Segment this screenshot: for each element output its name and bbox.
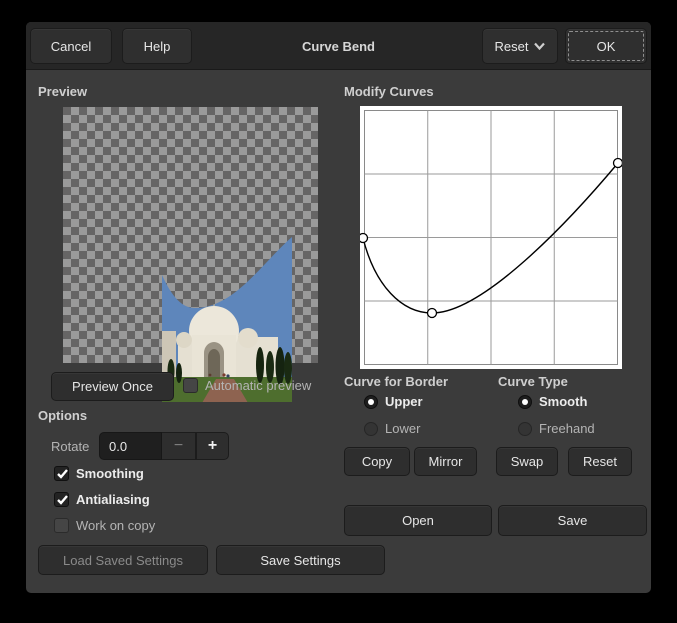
work-on-copy-label: Work on copy [76, 518, 155, 533]
open-button-label: Open [402, 513, 434, 528]
antialiasing-checkbox[interactable] [54, 492, 69, 507]
radio-lower-row[interactable]: Lower [364, 421, 420, 436]
automatic-preview-checkbox-row[interactable]: Automatic preview [183, 378, 311, 393]
modify-curves-section-label: Modify Curves [344, 84, 434, 99]
smooth-radio-label: Smooth [539, 394, 587, 409]
mirror-button[interactable]: Mirror [414, 447, 477, 476]
dialog-header: Curve Bend Cancel Help Reset OK [26, 22, 651, 70]
curve-type-label: Curve Type [498, 374, 568, 389]
check-icon [56, 467, 69, 485]
check-icon [56, 493, 69, 511]
radio-freehand-row[interactable]: Freehand [518, 421, 595, 436]
rotate-increment-button[interactable]: + [196, 432, 229, 460]
save-button-label: Save [558, 513, 588, 528]
radio-upper-row[interactable]: Upper [364, 394, 423, 409]
cancel-button-label: Cancel [51, 39, 91, 54]
antialiasing-label: Antialiasing [76, 492, 150, 507]
preview-section-label: Preview [38, 84, 87, 99]
preview-once-button[interactable]: Preview Once [51, 372, 174, 401]
dialog: Curve Bend Cancel Help Reset OK Preview [26, 22, 651, 593]
freehand-radio-label: Freehand [539, 421, 595, 436]
load-saved-settings-button[interactable]: Load Saved Settings [38, 545, 208, 575]
smoothing-label: Smoothing [76, 466, 144, 481]
help-button-label: Help [144, 39, 171, 54]
work-on-copy-checkbox-row[interactable]: Work on copy [54, 518, 155, 533]
copy-button[interactable]: Copy [344, 447, 410, 476]
swap-button-label: Swap [511, 454, 544, 469]
reset-curve-button-label: Reset [583, 454, 617, 469]
save-settings-button[interactable]: Save Settings [216, 545, 385, 575]
minus-icon: − [174, 437, 183, 455]
mirror-button-label: Mirror [429, 454, 463, 469]
radio-smooth-row[interactable]: Smooth [518, 394, 587, 409]
antialiasing-checkbox-row[interactable]: Antialiasing [54, 492, 150, 507]
save-button[interactable]: Save [498, 505, 647, 536]
lower-radio[interactable] [364, 422, 378, 436]
curve-point-handle[interactable] [428, 309, 437, 318]
curve-for-border-label: Curve for Border [344, 374, 448, 389]
options-section-label: Options [38, 408, 87, 423]
rotate-decrement-button[interactable]: − [162, 432, 196, 460]
automatic-preview-label: Automatic preview [205, 378, 311, 393]
curve-graph-svg [360, 106, 622, 369]
transparency-checkerboard-preview-area [63, 107, 318, 363]
load-saved-settings-label: Load Saved Settings [63, 553, 183, 568]
radio-dot [522, 399, 528, 405]
rotate-input[interactable]: 0.0 [99, 432, 162, 460]
curve-editor-graph[interactable] [360, 106, 622, 369]
smooth-radio[interactable] [518, 395, 532, 409]
reset-curve-button[interactable]: Reset [568, 447, 632, 476]
automatic-preview-checkbox[interactable] [183, 378, 198, 393]
ok-button[interactable]: OK [565, 28, 647, 64]
smoothing-checkbox[interactable] [54, 466, 69, 481]
freehand-radio[interactable] [518, 422, 532, 436]
upper-radio-label: Upper [385, 394, 423, 409]
preview-once-label: Preview Once [72, 379, 153, 394]
reset-dropdown-button[interactable]: Reset [482, 28, 558, 64]
plus-icon: + [208, 437, 217, 455]
reset-dropdown-label: Reset [495, 39, 529, 54]
lower-radio-label: Lower [385, 421, 420, 436]
curve-bend-dialog-window: Curve Bend Cancel Help Reset OK Preview [0, 0, 677, 623]
rotate-value: 0.0 [109, 439, 127, 454]
work-on-copy-checkbox[interactable] [54, 518, 69, 533]
radio-dot [368, 399, 374, 405]
chevron-down-icon [534, 42, 545, 50]
ok-button-label: OK [597, 39, 616, 54]
copy-button-label: Copy [362, 454, 392, 469]
rotate-label: Rotate [51, 439, 89, 454]
open-button[interactable]: Open [344, 505, 492, 536]
curve-point-handle[interactable] [614, 159, 623, 168]
curve-point-handle[interactable] [360, 234, 368, 243]
help-button[interactable]: Help [122, 28, 192, 64]
cancel-button[interactable]: Cancel [30, 28, 112, 64]
smoothing-checkbox-row[interactable]: Smoothing [54, 466, 144, 481]
upper-radio[interactable] [364, 395, 378, 409]
swap-button[interactable]: Swap [496, 447, 558, 476]
save-settings-label: Save Settings [260, 553, 340, 568]
